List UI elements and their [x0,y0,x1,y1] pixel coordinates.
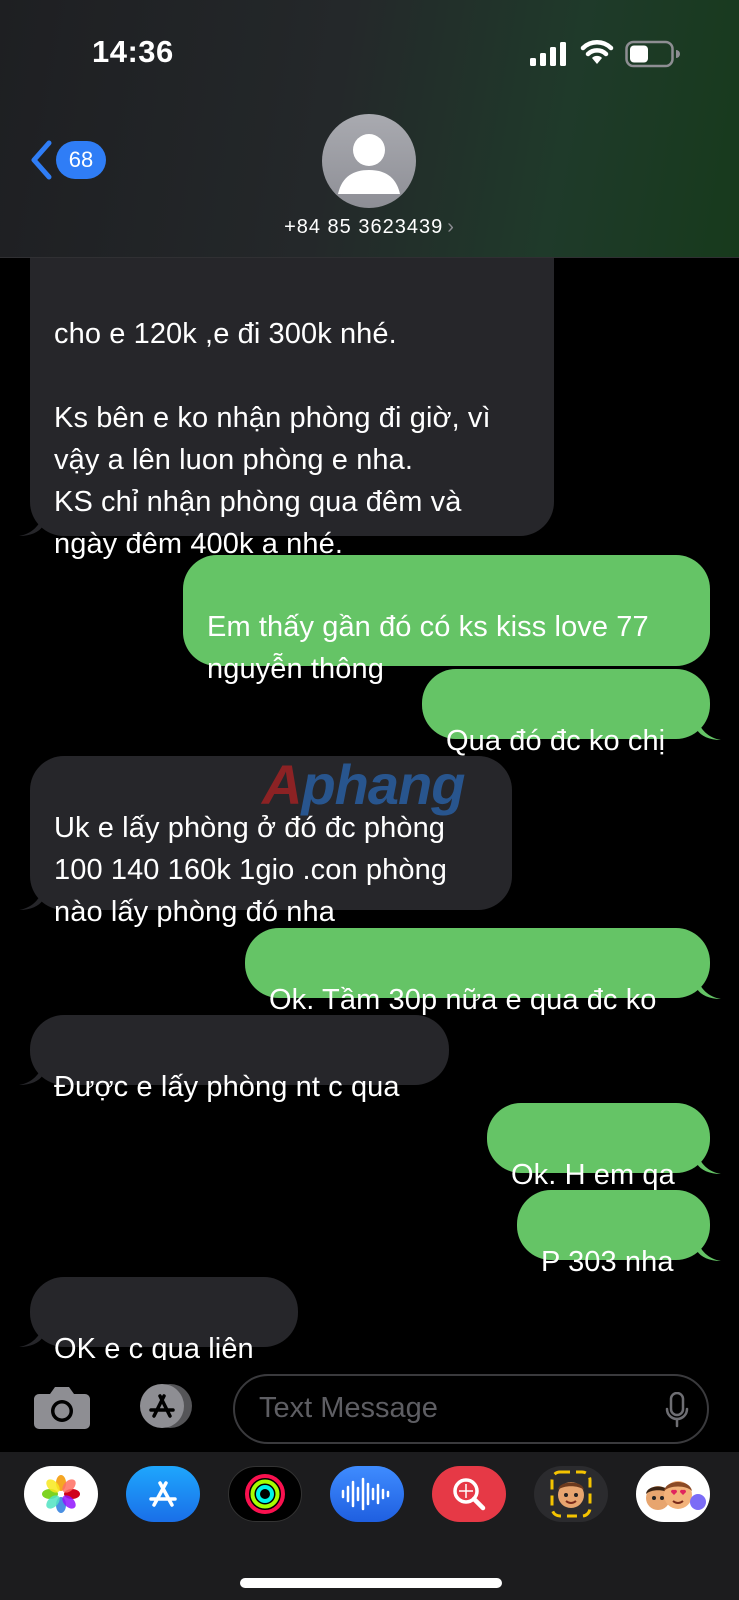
contact-name: +84 85 3623439 [284,216,444,238]
message-input[interactable]: Text Message [233,1374,709,1444]
message-sent[interactable]: P 303 nha [517,1190,710,1278]
message-text: Được e lấy phòng nt c qua [54,1071,400,1103]
bubble-tail [697,716,721,740]
images-search-icon[interactable] [432,1466,506,1522]
bubble-tail [19,512,43,536]
bubble-tail [697,1237,721,1261]
bubble-tail [697,1150,721,1174]
back-button[interactable]: 68 [30,138,110,184]
home-indicator[interactable] [240,1578,502,1588]
contact-name-button[interactable]: +84 85 3623439 › [0,216,739,239]
photos-icon[interactable] [24,1466,98,1522]
message-text: cho e 120k ,e đi 300k nhé. Ks bên e ko n… [54,318,491,560]
message-sent[interactable]: Ok. H em qa [487,1103,710,1191]
messages-screen: cho e 120k ,e đi 300k nhé. Ks bên e ko n… [0,0,739,1600]
fitness-icon[interactable] [228,1466,302,1522]
message-text: P 303 nha [541,1246,674,1278]
message-sent[interactable]: Ok. Tầm 30p nữa e qua đc ko [245,928,710,1016]
message-received[interactable]: OK e c qua liên [30,1277,298,1360]
message-text: Qua đó đc ko chị [446,725,666,757]
message-sent[interactable]: Em thấy gần đó có ks kiss love 77 nguyễn… [183,555,710,685]
battery-icon [625,40,680,68]
person-icon [338,134,400,194]
memoji-stickers-icon[interactable] [636,1466,710,1522]
conversation-header: 14:36 68 +84 85 3623439 › [0,0,739,258]
chevron-left-icon [31,140,52,180]
message-text: Ok. H em qa [511,1159,675,1191]
bubble-tail [19,886,43,910]
message-input-placeholder: Text Message [259,1392,438,1424]
message-text: Ok. Tầm 30p nữa e qua đc ko [269,984,657,1016]
bubble-tail [19,1061,43,1085]
contact-avatar[interactable] [322,114,416,208]
app-store-icon[interactable] [126,1466,200,1522]
bubble-tail [697,975,721,999]
bubble-tail [19,1323,43,1347]
message-sent[interactable]: Qua đó đc ko chị [422,669,710,757]
voice-memo-icon[interactable] [330,1466,404,1522]
chevron-right-icon: › [447,216,455,238]
message-received[interactable]: cho e 120k ,e đi 300k nhé. Ks bên e ko n… [30,220,554,560]
message-text: Uk e lấy phòng ở đó đc phòng 100 140 160… [54,812,448,928]
watermark-logo: Aphang [262,753,465,816]
message-text: OK e c qua liên [54,1333,254,1360]
status-time: 14:36 [92,34,174,69]
cellular-signal-icon [530,42,566,66]
memoji-icon[interactable] [534,1466,608,1522]
camera-icon[interactable] [33,1384,91,1430]
microphone-icon[interactable] [665,1392,689,1428]
wifi-icon [580,40,614,64]
unread-count-badge: 68 [56,141,106,179]
app-store-button-icon[interactable] [130,1383,200,1429]
message-received[interactable]: Được e lấy phòng nt c qua [30,1015,449,1103]
